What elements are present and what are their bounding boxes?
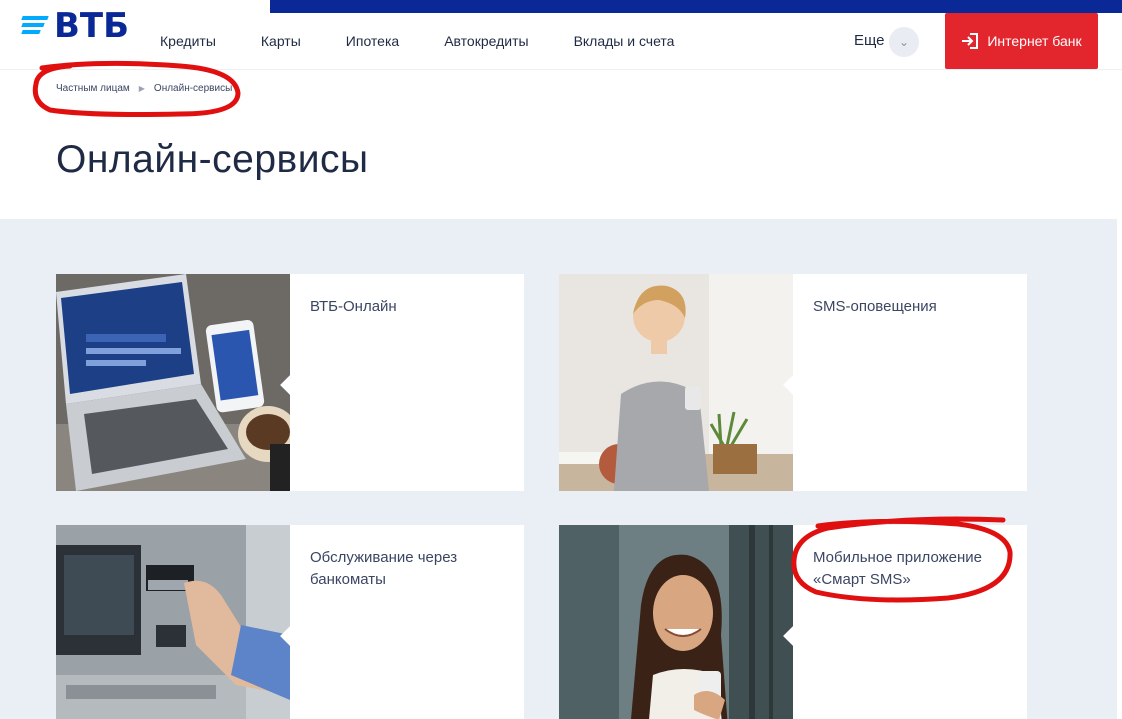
card-title[interactable]: SMS-оповещения bbox=[813, 298, 937, 315]
page-title: Онлайн-сервисы bbox=[56, 138, 369, 181]
chevron-down-icon[interactable]: ⌄ bbox=[889, 27, 919, 57]
services-grid: ВТБ-Онлайн SMS-оповещения Обслуживание ч… bbox=[0, 219, 1117, 719]
login-icon bbox=[962, 33, 979, 49]
logo-stripes-icon bbox=[21, 15, 50, 37]
site-header: ВТБ Кредиты Карты Ипотека Автокредиты Вк… bbox=[0, 0, 1122, 70]
smiling-woman-phone-photo bbox=[559, 525, 793, 719]
card-title[interactable]: Мобильное приложение «Смарт SMS» bbox=[813, 549, 982, 588]
main-nav: Кредиты Карты Ипотека Автокредиты Вклады… bbox=[160, 33, 719, 49]
service-card-atm[interactable]: Обслуживание через банкоматы bbox=[56, 525, 524, 719]
breadcrumb: Частным лицам ▶ Онлайн-сервисы bbox=[56, 83, 232, 94]
laptop-and-phone-photo bbox=[56, 274, 290, 491]
breadcrumb-separator-icon: ▶ bbox=[138, 84, 145, 93]
nav-item-cards[interactable]: Карты bbox=[261, 33, 301, 49]
internet-bank-button[interactable]: Интернет банк bbox=[945, 13, 1098, 69]
nav-item-auto-credits[interactable]: Автокредиты bbox=[444, 33, 528, 49]
breadcrumb-item-private[interactable]: Частным лицам bbox=[56, 83, 130, 94]
vtb-logo[interactable]: ВТБ bbox=[21, 6, 130, 46]
card-title[interactable]: ВТБ-Онлайн bbox=[310, 298, 397, 315]
service-card-sms-alerts[interactable]: SMS-оповещения bbox=[559, 274, 1027, 491]
logo-text: ВТБ bbox=[54, 6, 130, 46]
nav-item-mortgage[interactable]: Ипотека bbox=[346, 33, 399, 49]
atm-photo bbox=[56, 525, 290, 719]
service-card-smart-sms-app[interactable]: Мобильное приложение «Смарт SMS» bbox=[559, 525, 1027, 719]
service-card-vtb-online[interactable]: ВТБ-Онлайн bbox=[56, 274, 524, 491]
card-title[interactable]: Обслуживание через банкоматы bbox=[310, 549, 457, 588]
nav-item-deposits[interactable]: Вклады и счета bbox=[574, 33, 675, 49]
internet-bank-label: Интернет банк bbox=[987, 33, 1082, 49]
breadcrumb-item-current: Онлайн-сервисы bbox=[153, 83, 233, 94]
nav-item-credits[interactable]: Кредиты bbox=[160, 33, 216, 49]
woman-with-phone-photo bbox=[559, 274, 793, 491]
more-menu-label[interactable]: Еще bbox=[854, 32, 885, 49]
